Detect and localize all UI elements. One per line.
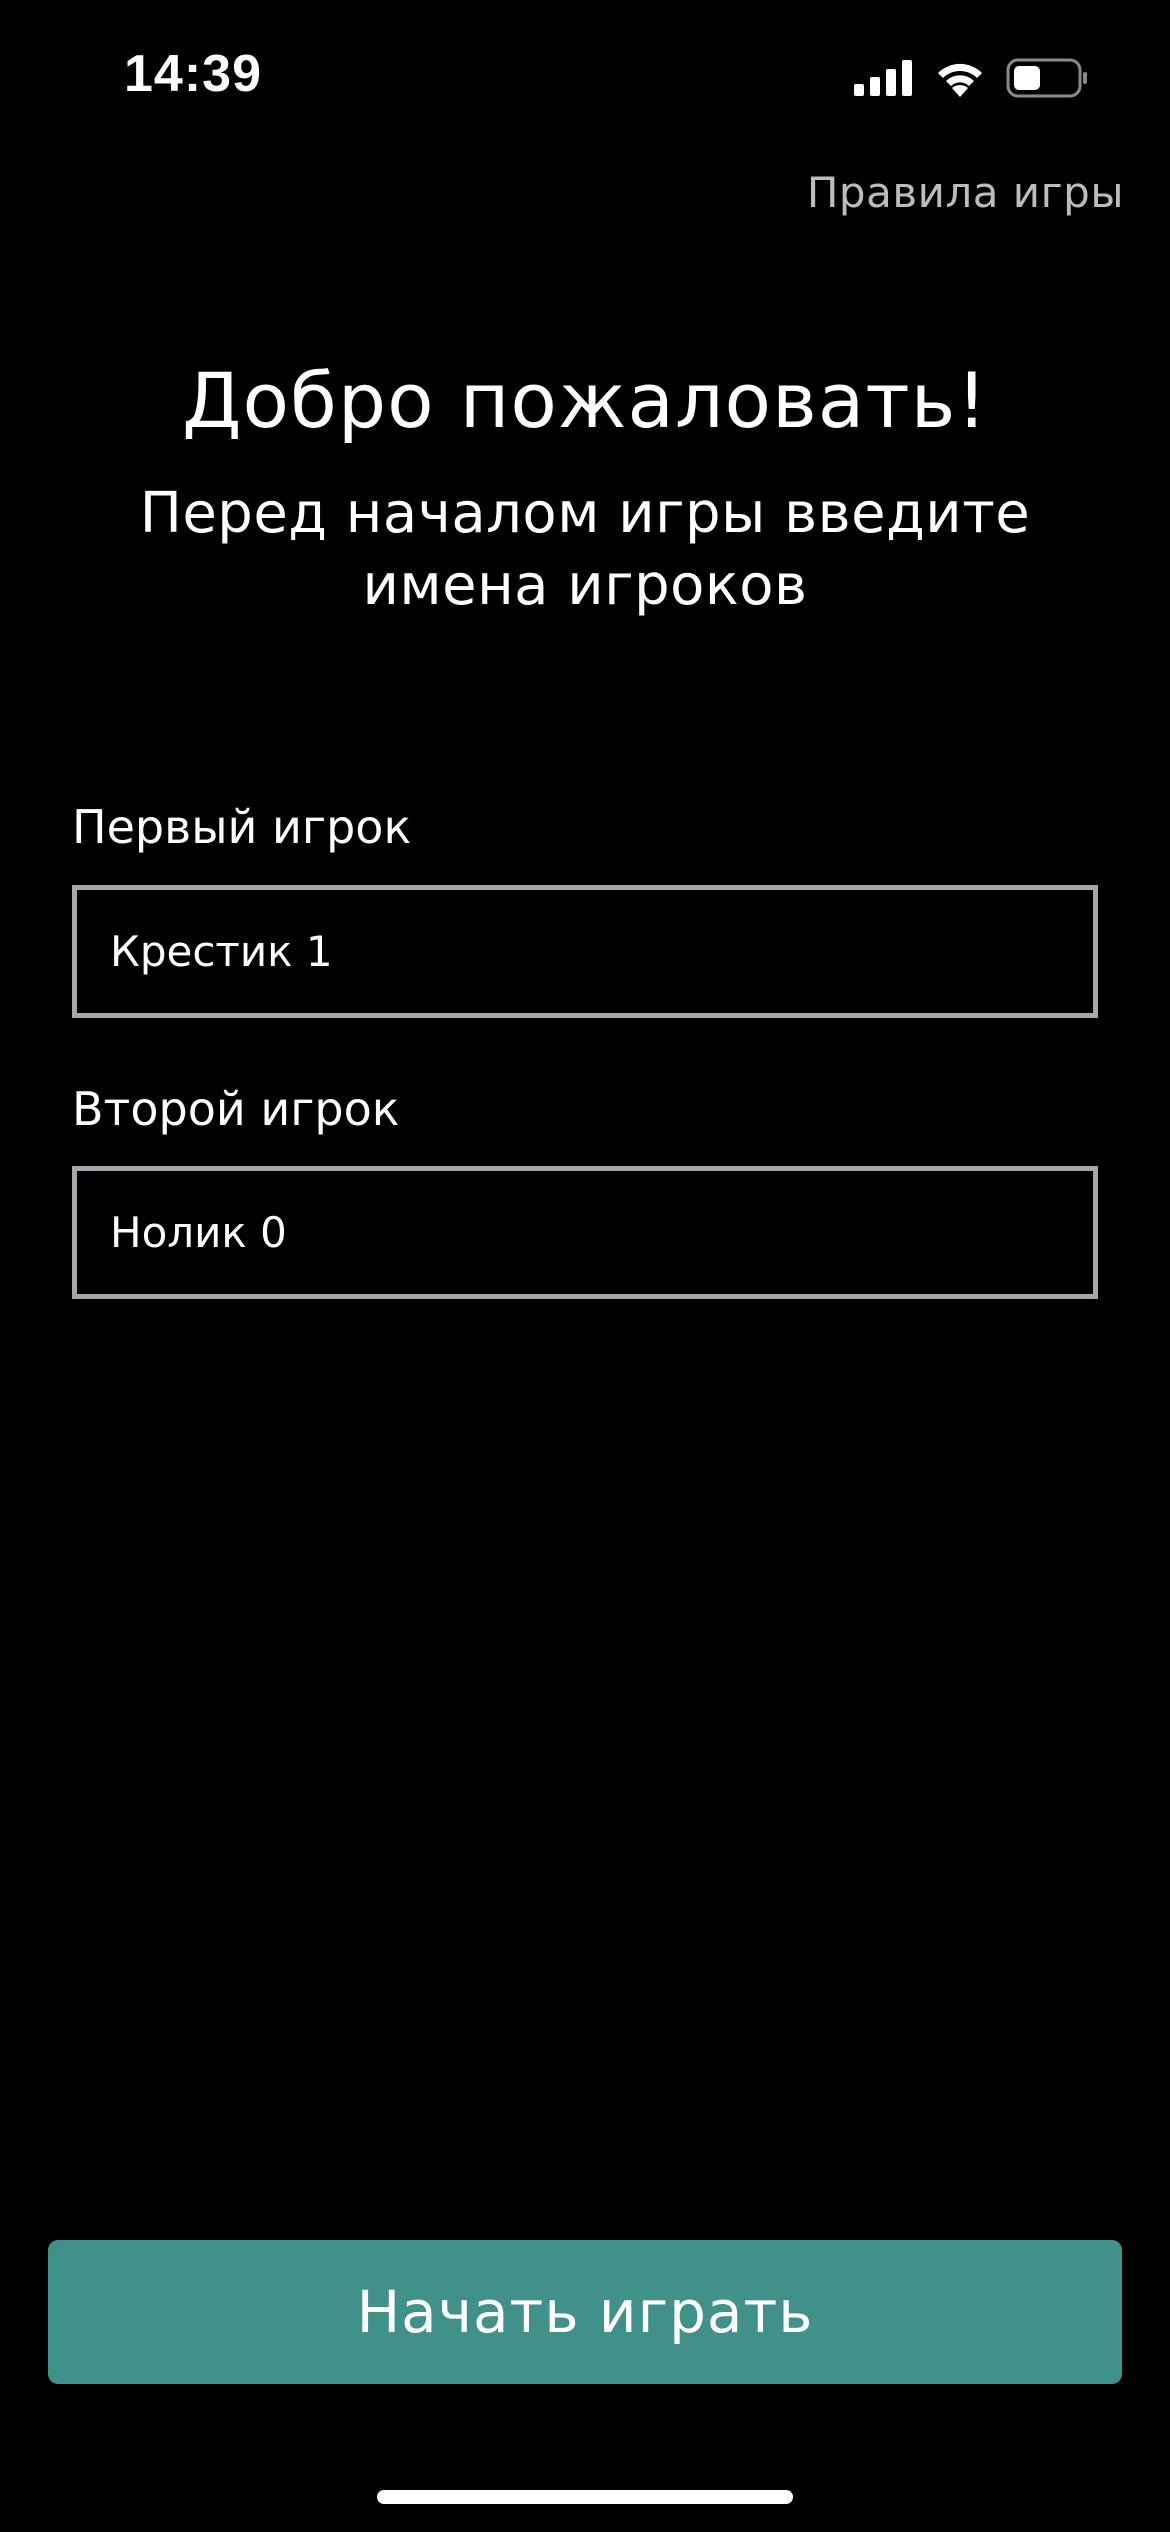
signal-icon (854, 60, 912, 96)
second-player-label: Второй игрок (72, 1082, 400, 1136)
home-indicator[interactable] (377, 2490, 793, 2504)
welcome-subtitle: Перед началом игры введите имена игроков (139, 481, 1031, 618)
first-player-input[interactable] (77, 890, 1093, 1013)
second-player-input[interactable] (77, 1171, 1093, 1294)
status-bar: 14:39 (0, 0, 1170, 150)
status-time: 14:39 (124, 45, 262, 103)
status-icons (854, 56, 1090, 100)
start-game-button[interactable]: Начать играть (48, 2240, 1122, 2384)
first-player-label: Первый игрок (72, 800, 412, 854)
first-player-field (72, 885, 1098, 1018)
welcome-title: Добро пожаловать! (182, 356, 988, 445)
second-player-field (72, 1166, 1098, 1299)
rules-link[interactable]: Правила игры (807, 168, 1124, 217)
battery-icon (1006, 58, 1087, 98)
wifi-icon (938, 63, 982, 97)
